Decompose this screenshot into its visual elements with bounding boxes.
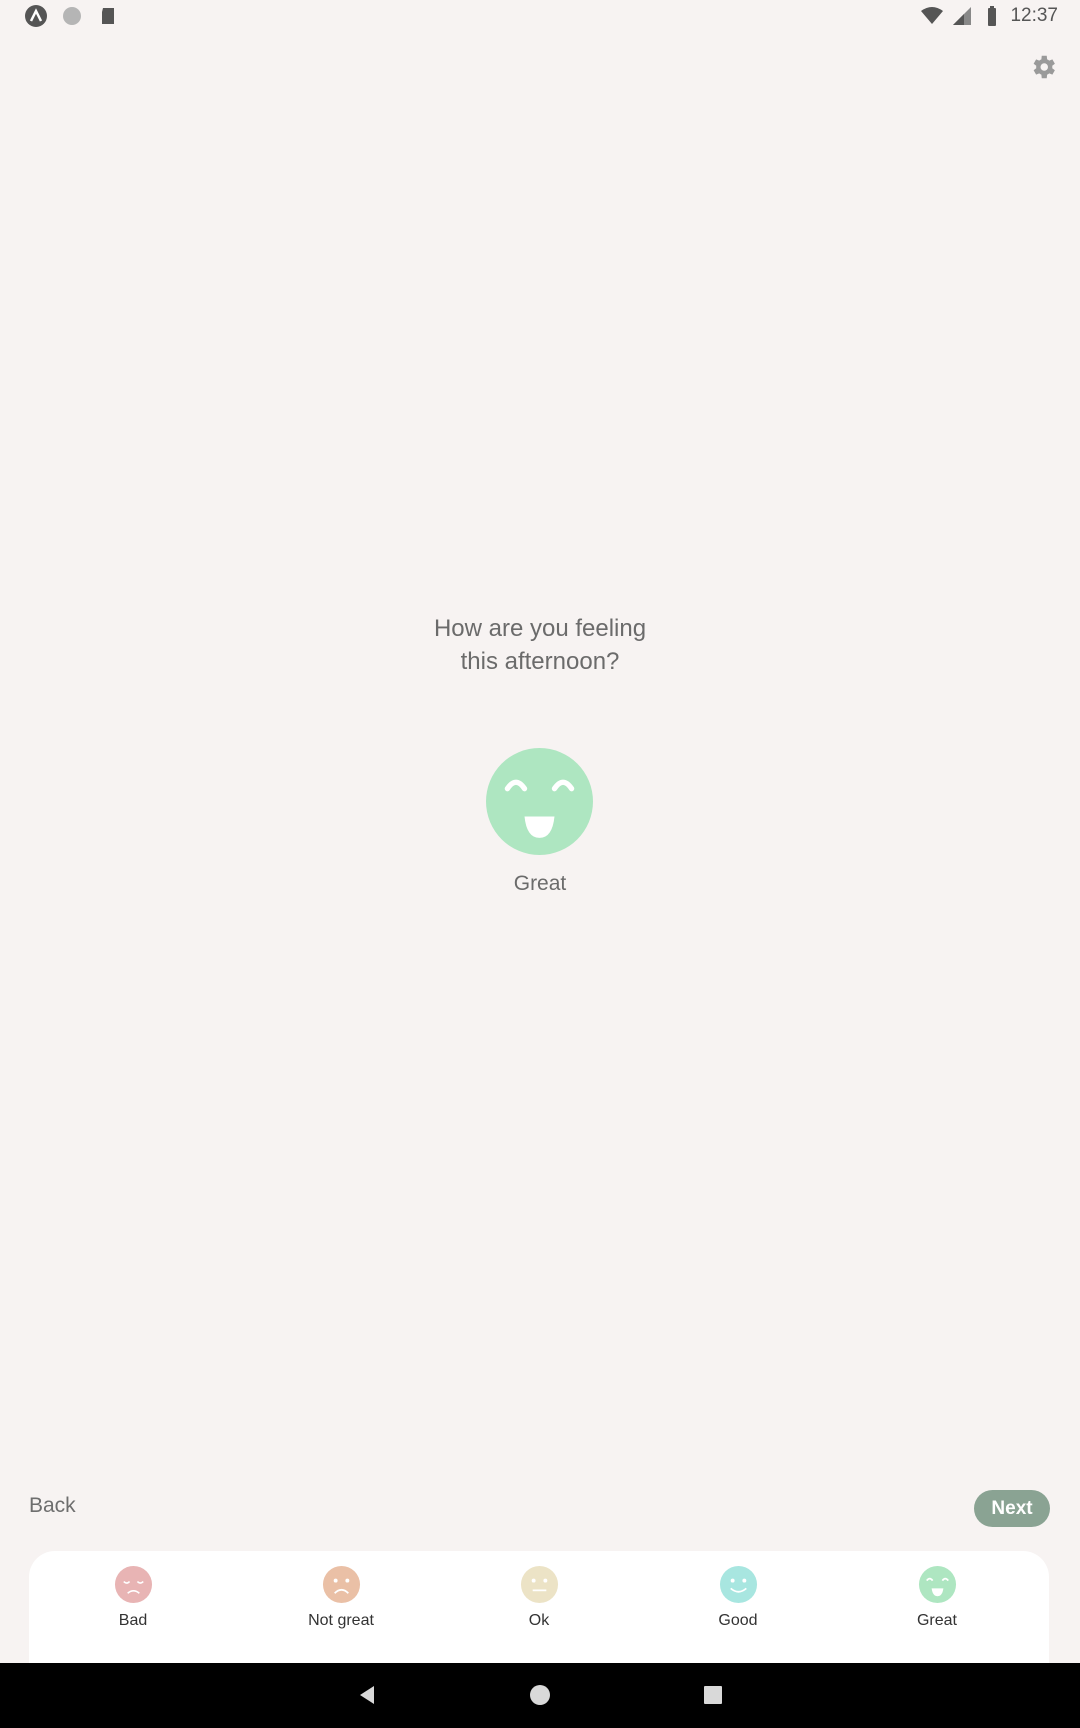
gear-icon [1033, 55, 1055, 79]
settings-button[interactable] [1028, 52, 1058, 82]
mood-option-ok[interactable]: Ok [464, 1565, 614, 1655]
recents-square-icon[interactable] [701, 1683, 725, 1707]
not-great-face-icon [322, 1565, 360, 1604]
mood-question: How are you feeling this afternoon? [433, 615, 647, 675]
selected-mood-face-icon [486, 748, 593, 855]
back-button[interactable]: Back [29, 1494, 76, 1518]
selected-mood-label: Great [513, 872, 567, 895]
back-triangle-icon[interactable] [355, 1683, 379, 1707]
mood-option-good[interactable]: Good [663, 1565, 813, 1655]
mood-label-great: Great [916, 1612, 957, 1629]
home-circle-icon[interactable] [528, 1683, 552, 1707]
great-face-icon [918, 1565, 956, 1604]
system-status: 12:37 [920, 4, 1058, 28]
status-bar: 12:37 [0, 0, 1080, 34]
bad-face-icon [114, 1565, 152, 1604]
circle-notification-icon [60, 4, 84, 28]
wifi-icon [920, 4, 944, 28]
mood-option-not-great[interactable]: Not great [266, 1565, 416, 1655]
notification-icons [24, 4, 120, 28]
mood-option-great[interactable]: Great [862, 1565, 1012, 1655]
good-face-icon [719, 1565, 757, 1604]
battery-icon [980, 4, 1004, 28]
sd-card-icon [96, 4, 120, 28]
mood-option-bad[interactable]: Bad [58, 1565, 208, 1655]
next-button[interactable]: Next [974, 1490, 1050, 1527]
mood-label-bad: Bad [118, 1612, 148, 1629]
mood-label-ok: Ok [528, 1612, 550, 1629]
ok-face-icon [520, 1565, 558, 1604]
mood-label-not-great: Not great [308, 1612, 374, 1629]
mood-label-good: Good [718, 1612, 758, 1629]
clock: 12:37 [1010, 5, 1058, 26]
system-navigation-bar [0, 1663, 1080, 1728]
signal-icon [950, 4, 974, 28]
mood-selector: Bad Not great Ok Good Great [29, 1551, 1049, 1663]
app-notification-icon [24, 4, 48, 28]
